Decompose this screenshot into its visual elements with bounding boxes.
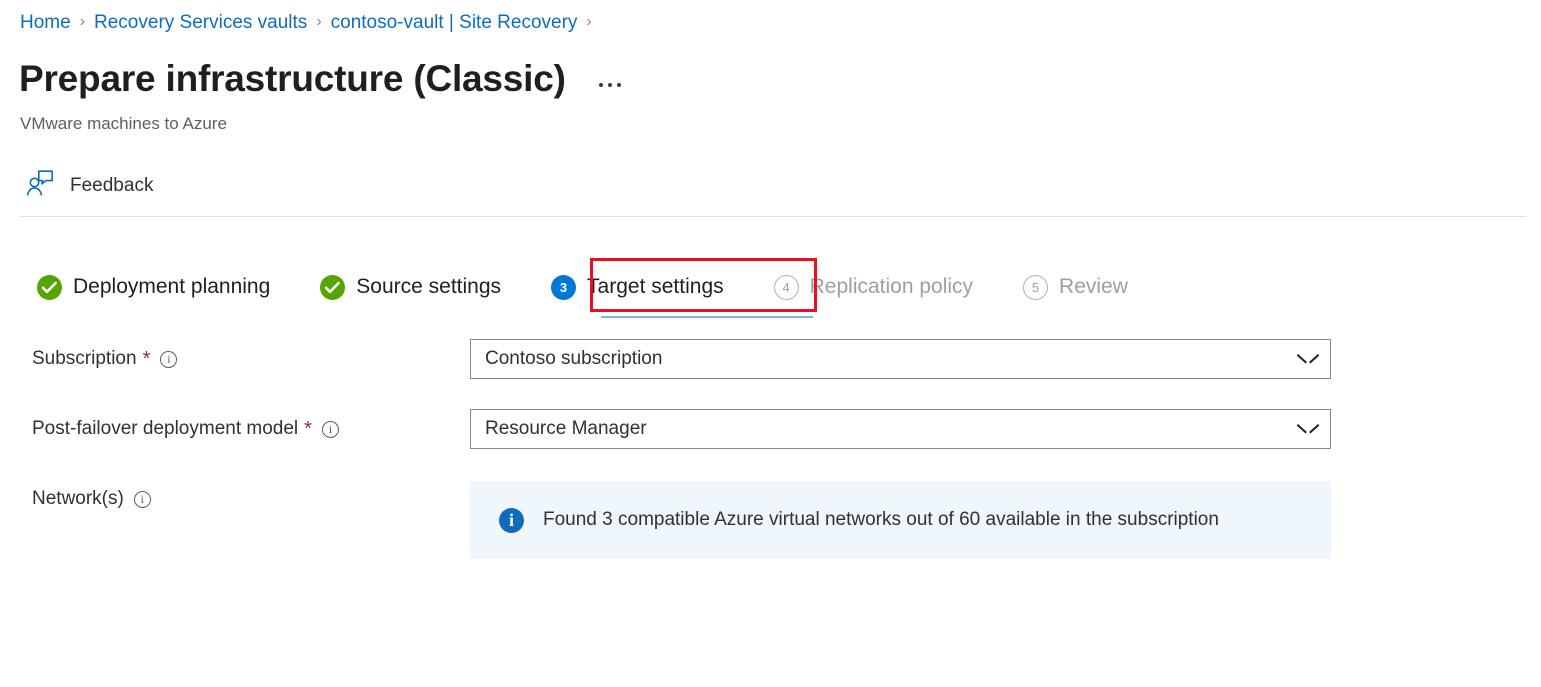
deployment-model-label: Post-failover deployment model	[32, 417, 298, 441]
tab-label: Deployment planning	[73, 274, 270, 300]
breadcrumb-separator-icon: ›	[80, 9, 85, 35]
info-icon[interactable]: i	[160, 351, 177, 368]
networks-info-text: Found 3 compatible Azure virtual network…	[543, 508, 1219, 532]
tab-label: Source settings	[356, 274, 501, 300]
subscription-dropdown[interactable]: Contoso subscription	[470, 339, 1331, 379]
tab-label: Replication policy	[810, 274, 973, 300]
breadcrumb-separator-icon: ›	[316, 9, 321, 35]
feedback-person-icon	[26, 170, 54, 201]
breadcrumb-item-home[interactable]: Home	[20, 10, 71, 36]
tab-deployment-planning[interactable]: Deployment planning	[33, 266, 282, 308]
ellipsis-icon[interactable]	[596, 79, 624, 91]
tab-review[interactable]: 5 Review	[1019, 266, 1140, 308]
step-number-badge: 4	[774, 275, 799, 300]
info-icon[interactable]: i	[134, 491, 151, 508]
chevron-down-icon	[1299, 424, 1317, 434]
tab-label: Review	[1059, 274, 1128, 300]
page-subtitle: VMware machines to Azure	[20, 113, 227, 135]
page-title: Prepare infrastructure (Classic)	[19, 56, 566, 102]
required-asterisk: *	[304, 419, 312, 439]
chevron-down-icon	[1299, 354, 1317, 364]
wizard-steps: Deployment planning Source settings 3 Ta…	[33, 266, 1174, 308]
breadcrumb-item-recovery-services-vaults[interactable]: Recovery Services vaults	[94, 10, 307, 36]
subscription-label-group: Subscription * i	[32, 347, 177, 371]
header-divider	[20, 216, 1526, 217]
subscription-value: Contoso subscription	[485, 347, 662, 371]
tab-label: Target settings	[587, 274, 724, 300]
step-number-badge: 5	[1023, 275, 1048, 300]
feedback-button[interactable]: Feedback	[22, 166, 159, 205]
tab-target-settings[interactable]: 3 Target settings	[547, 266, 736, 308]
info-icon[interactable]: i	[322, 421, 339, 438]
tab-source-settings[interactable]: Source settings	[316, 266, 513, 308]
active-tab-underline	[601, 316, 813, 318]
breadcrumb-separator-icon: ›	[586, 9, 591, 35]
networks-label: Network(s)	[32, 487, 124, 511]
step-number-badge: 3	[551, 275, 576, 300]
breadcrumb: Home › Recovery Services vaults › contos…	[20, 10, 601, 36]
step-complete-check-icon	[320, 275, 345, 300]
networks-info-banner: i Found 3 compatible Azure virtual netwo…	[470, 481, 1331, 559]
deployment-model-dropdown[interactable]: Resource Manager	[470, 409, 1331, 449]
tab-replication-policy[interactable]: 4 Replication policy	[770, 266, 985, 308]
networks-label-group: Network(s) i	[32, 487, 151, 511]
required-asterisk: *	[143, 349, 151, 369]
deployment-model-value: Resource Manager	[485, 417, 647, 441]
subscription-label: Subscription	[32, 347, 137, 371]
breadcrumb-item-contoso-vault-site-recovery[interactable]: contoso-vault | Site Recovery	[331, 10, 578, 36]
page-header: Prepare infrastructure (Classic)	[19, 56, 624, 102]
deployment-model-label-group: Post-failover deployment model * i	[32, 417, 339, 441]
info-filled-icon: i	[499, 508, 524, 533]
step-complete-check-icon	[37, 275, 62, 300]
feedback-label: Feedback	[70, 174, 153, 198]
